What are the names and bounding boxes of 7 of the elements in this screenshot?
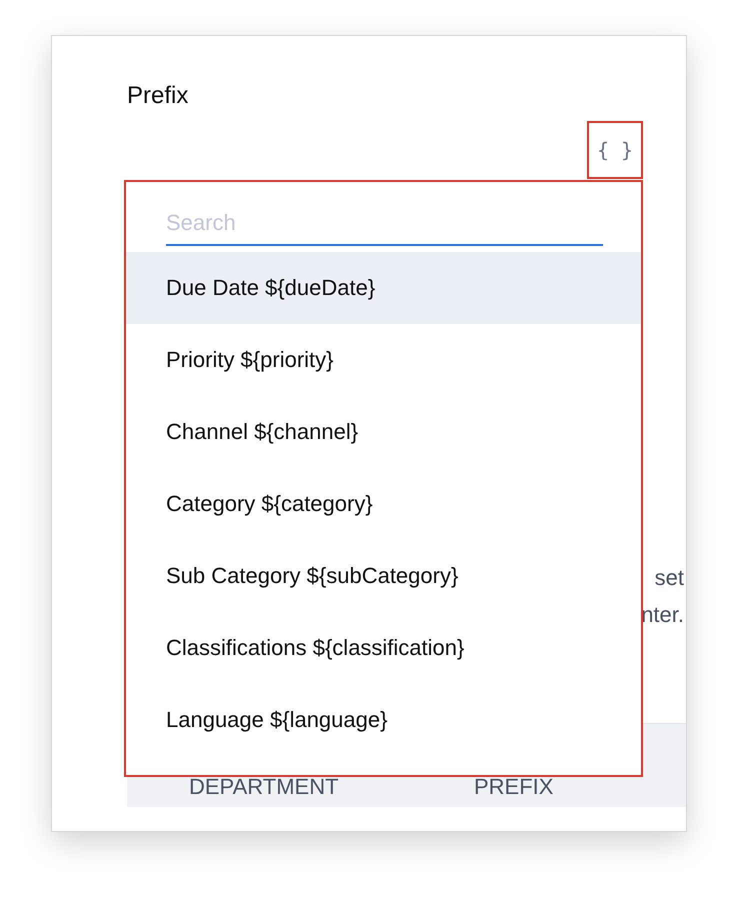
column-header: PREFIX	[474, 774, 554, 800]
field-label: Prefix	[127, 81, 190, 111]
menu-item[interactable]: Due Date ${dueDate}	[126, 252, 641, 324]
placeholder-button[interactable]: { }	[587, 121, 643, 179]
column-header: DEPARTMENT	[189, 774, 340, 800]
description-text: set	[654, 564, 684, 592]
description-text: nter.	[641, 601, 684, 629]
